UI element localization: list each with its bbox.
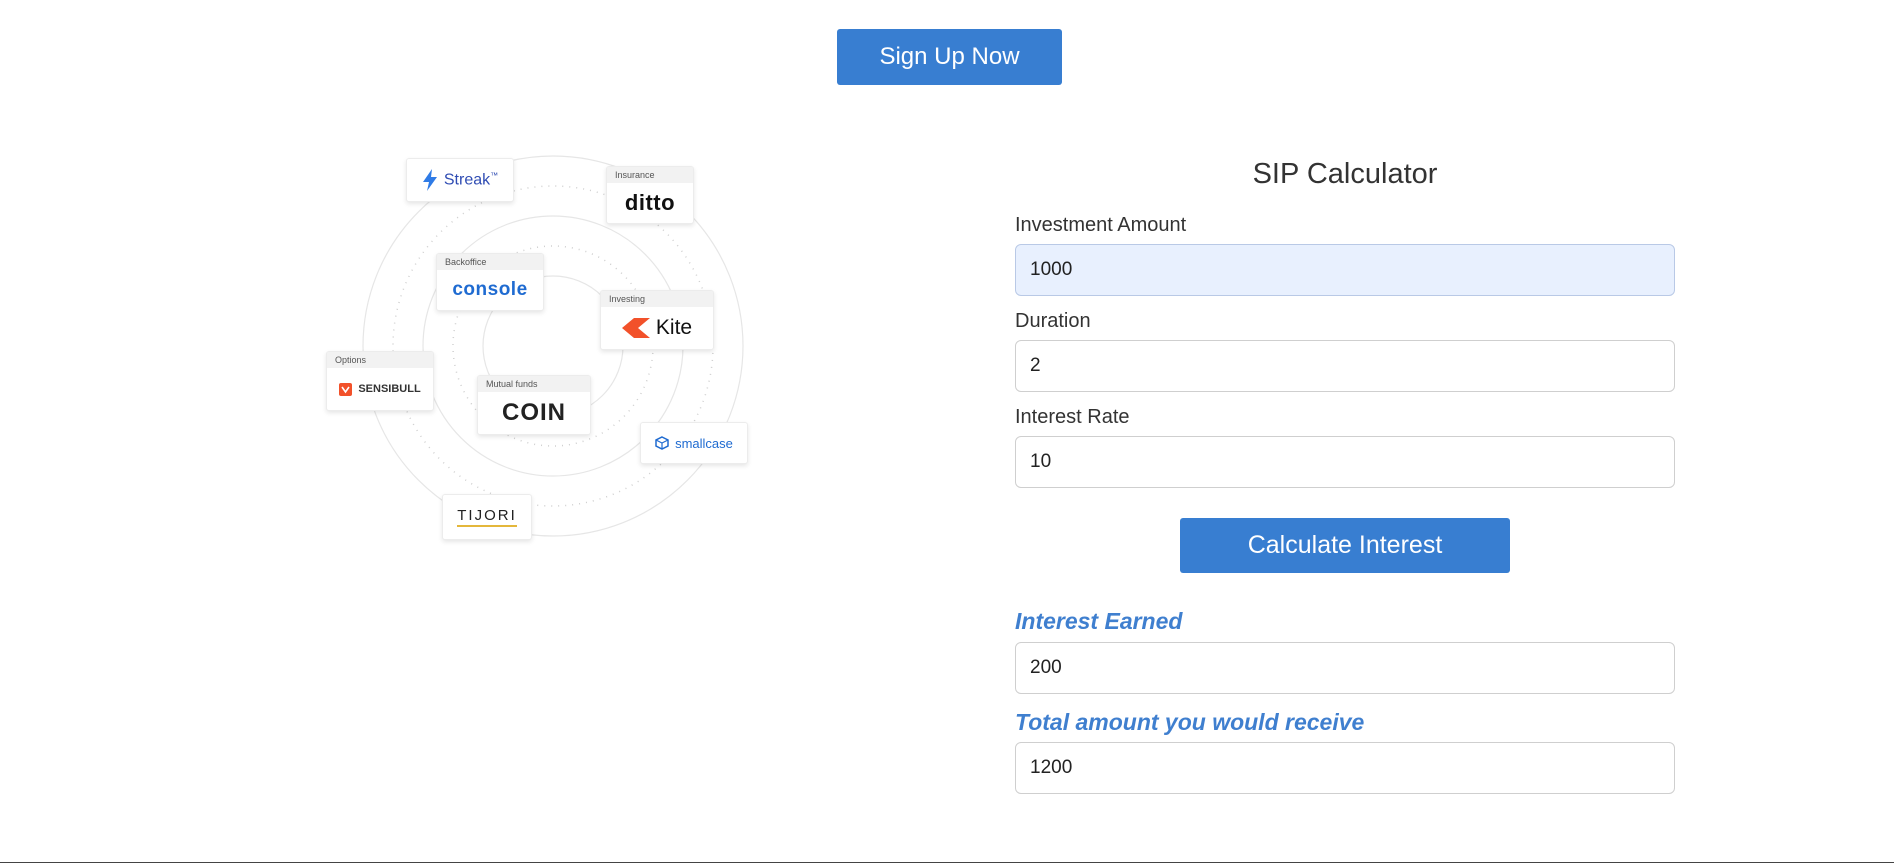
orbit-rings [362, 155, 744, 537]
smallcase-logo: smallcase [675, 435, 733, 451]
kite-icon [621, 318, 650, 338]
duration-label: Duration [1015, 310, 1091, 332]
ecosystem-card-streak[interactable]: Streak™ [406, 158, 514, 202]
card-category: Backoffice [437, 254, 543, 270]
coin-logo: COIN [502, 399, 566, 426]
investment-amount-label: Investment Amount [1015, 214, 1187, 236]
kite-logo: Kite [655, 316, 693, 339]
ecosystem-card-ditto[interactable]: Insurance ditto [606, 166, 694, 224]
ecosystem-card-tijori[interactable]: TIJORI [442, 494, 532, 540]
tijori-logo: TIJORI [457, 507, 517, 527]
ecosystem-card-coin[interactable]: Mutual funds COIN [477, 375, 591, 435]
sensibull-logo: SENSIBULL [358, 383, 421, 395]
footer-divider [0, 862, 1894, 863]
interest-rate-label: Interest Rate [1015, 406, 1130, 428]
duration-input[interactable] [1015, 340, 1675, 392]
interest-earned-output[interactable] [1015, 642, 1675, 694]
total-amount-output[interactable] [1015, 742, 1675, 794]
interest-earned-label: Interest Earned [1015, 608, 1183, 634]
sign-up-button[interactable]: Sign Up Now [837, 29, 1062, 85]
sensibull-icon [339, 382, 353, 396]
total-amount-label: Total amount you would receive [1015, 709, 1365, 735]
ecosystem-illustration: Streak™ Insurance ditto Backoffice conso… [320, 150, 760, 550]
ecosystem-card-sensibull[interactable]: Options SENSIBULL [326, 351, 434, 411]
card-category: Insurance [607, 167, 693, 183]
calculate-interest-button[interactable]: Calculate Interest [1180, 518, 1510, 573]
ecosystem-card-kite[interactable]: Investing Kite [600, 290, 714, 350]
card-category: Options [327, 352, 433, 368]
calculator-title: SIP Calculator [1252, 158, 1438, 190]
card-category: Investing [601, 291, 713, 307]
ecosystem-card-smallcase[interactable]: smallcase [640, 422, 748, 464]
interest-rate-input[interactable] [1015, 436, 1675, 488]
console-logo: console [452, 279, 528, 300]
smallcase-icon [655, 436, 669, 450]
card-category: Mutual funds [478, 376, 590, 392]
streak-logo: Streak™ [443, 170, 499, 189]
investment-amount-input[interactable] [1015, 244, 1675, 296]
lightning-icon [422, 169, 437, 191]
ecosystem-card-console[interactable]: Backoffice console [436, 253, 544, 311]
ditto-logo: ditto [624, 190, 676, 215]
